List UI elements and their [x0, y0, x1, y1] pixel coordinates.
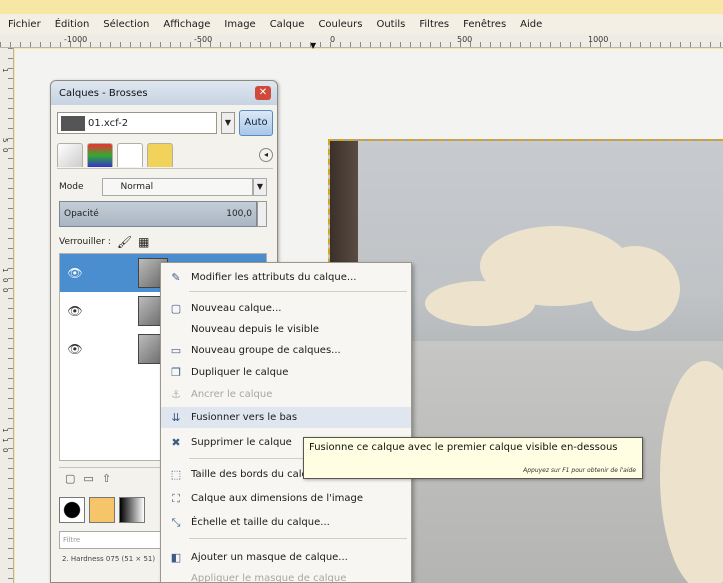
tab-layers[interactable]	[57, 142, 83, 167]
lock-pixels-icon[interactable]: 🖌	[117, 235, 132, 249]
menu-item-label: Modifier les attributs du calque...	[191, 272, 357, 283]
horizontal-ruler[interactable]: -1000 -500 0 500 1000 ▼	[0, 34, 723, 50]
menu-item-nouveau-calque[interactable]: ▢ Nouveau calque...	[161, 298, 411, 319]
duplicate-icon: ❐	[171, 366, 181, 379]
menu-item-ajouter-masque[interactable]: ◧ Ajouter un masque de calque...	[161, 547, 411, 568]
image-combo[interactable]: 01.xcf-2	[57, 112, 217, 134]
menu-item-nouveau-groupe[interactable]: ▭ Nouveau groupe de calques...	[161, 340, 411, 361]
menu-item-ancrer: ⚓ Ancrer le calque	[161, 384, 411, 405]
menu-calque[interactable]: Calque	[270, 19, 305, 30]
lock-row: Verrouiller : 🖌 ▦	[59, 233, 149, 251]
menu-outils[interactable]: Outils	[376, 19, 405, 30]
layer-context-menu: ✎ Modifier les attributs du calque... ▢ …	[160, 262, 412, 583]
menu-item-label: Appliquer le masque de calque	[191, 573, 347, 583]
tooltip: Fusionne ce calque avec le premier calqu…	[303, 437, 643, 479]
menu-item-label: Nouveau calque...	[191, 303, 282, 314]
new-group-icon[interactable]: ▭	[83, 472, 93, 485]
menu-fenetres[interactable]: Fenêtres	[463, 19, 506, 30]
photo-bear-head	[590, 246, 680, 331]
fit-image-icon: ⛶	[172, 491, 180, 505]
tab-menu-icon[interactable]: ◂	[259, 147, 273, 162]
menu-item-fusionner-bas[interactable]: ⇊ Fusionner vers le bas	[161, 407, 411, 428]
menu-item-dimensions-image[interactable]: ⛶ Calque aux dimensions de l'image	[161, 488, 411, 509]
ruler-ticks	[0, 42, 723, 47]
chevron-down-icon[interactable]: ▼	[253, 178, 267, 196]
menu-aide[interactable]: Aide	[520, 19, 542, 30]
tooltip-text: Fusionne ce calque avec le premier calqu…	[309, 442, 618, 453]
eye-icon[interactable]: 👁	[60, 304, 90, 318]
chevron-down-icon[interactable]: ▼	[221, 112, 235, 134]
border-size-icon: ⬚	[170, 468, 182, 481]
menu-item-label: Fusionner vers le bas	[191, 412, 298, 423]
opacity-value: 100,0	[226, 209, 252, 219]
dock-tabs: ◂	[57, 141, 273, 169]
top-strip	[0, 0, 723, 14]
tooltip-hint: Appuyez sur F1 pour obtenir de l'aide	[523, 467, 636, 474]
menu-item-label: Échelle et taille du calque...	[191, 517, 330, 528]
menu-item-label: Calque aux dimensions de l'image	[191, 493, 364, 504]
merge-down-icon: ⇊	[171, 411, 181, 424]
mask-icon: ◧	[170, 551, 182, 564]
lock-alpha-icon[interactable]: ▦	[138, 235, 149, 249]
image-name: 01.xcf-2	[88, 117, 129, 129]
brush-orange-swatch[interactable]	[89, 497, 115, 523]
menu-affichage[interactable]: Affichage	[163, 19, 210, 30]
opacity-slider[interactable]: Opacité 100,0	[59, 201, 257, 227]
menu-separator	[189, 291, 407, 292]
opacity-spinner[interactable]	[257, 201, 267, 227]
mode-select[interactable]: Normal	[101, 178, 253, 196]
menu-item-label: Ajouter un masque de calque...	[191, 552, 348, 563]
new-layer-icon: ▢	[170, 302, 182, 315]
menu-couleurs[interactable]: Couleurs	[318, 19, 362, 30]
tab-brushes[interactable]	[147, 142, 173, 167]
folder-icon: ▭	[170, 344, 182, 357]
opacity-row: Opacité 100,0	[59, 201, 267, 227]
eye-icon[interactable]: 👁	[60, 342, 90, 356]
tab-paths[interactable]	[117, 142, 143, 167]
raise-layer-icon[interactable]: ⇧	[102, 472, 111, 485]
vertical-ruler[interactable]: 1 5 0 1 0 0 1 1 0	[0, 48, 14, 583]
eye-icon[interactable]: 👁	[60, 266, 90, 280]
menu-fichier[interactable]: Fichier	[8, 19, 41, 30]
menu-item-modifier-attributs[interactable]: ✎ Modifier les attributs du calque...	[161, 267, 411, 288]
menu-item-label: Supprimer le calque	[191, 437, 292, 448]
image-selector-row: 01.xcf-2 ▼ Auto	[57, 110, 273, 136]
menu-item-label: Dupliquer le calque	[191, 367, 289, 378]
new-layer-icon[interactable]: ▢	[65, 472, 75, 485]
ruler-ticks	[8, 48, 13, 583]
anchor-icon: ⚓	[171, 388, 181, 401]
menubar: Fichier Édition Sélection Affichage Imag…	[0, 14, 723, 34]
scale-icon: ⤡	[171, 515, 181, 529]
edit-icon: ✎	[171, 271, 181, 284]
menu-item-label: Nouveau depuis le visible	[191, 324, 320, 335]
menu-edition[interactable]: Édition	[55, 19, 90, 30]
close-icon[interactable]: ✕	[255, 86, 271, 100]
menu-item-label: Nouveau groupe de calques...	[191, 345, 341, 356]
tab-channels[interactable]	[87, 142, 113, 167]
menu-item-dupliquer[interactable]: ❐ Dupliquer le calque	[161, 362, 411, 383]
photo-bear-arm	[425, 281, 535, 326]
image-thumbnail	[61, 115, 85, 131]
menu-item-echelle-taille[interactable]: ⤡ Échelle et taille du calque...	[161, 512, 411, 533]
menu-selection[interactable]: Sélection	[103, 19, 149, 30]
lock-label: Verrouiller :	[59, 237, 111, 247]
opacity-label: Opacité	[64, 209, 99, 219]
delete-icon: ✖	[171, 436, 181, 449]
brush-black-circle[interactable]	[59, 497, 85, 523]
menu-image[interactable]: Image	[224, 19, 255, 30]
mode-label: Mode	[59, 182, 84, 192]
dock-title: Calques - Brosses	[51, 81, 277, 105]
menu-item-label: Ancrer le calque	[191, 389, 273, 400]
menu-item-appliquer-masque: Appliquer le masque de calque	[161, 568, 411, 583]
mode-row: Mode Normal ▼	[59, 177, 267, 197]
menu-separator	[189, 538, 407, 539]
menu-item-nouveau-visible[interactable]: Nouveau depuis le visible	[161, 319, 411, 340]
auto-button[interactable]: Auto	[239, 110, 273, 136]
brush-gradient-swatch[interactable]	[119, 497, 145, 523]
menu-filtres[interactable]: Filtres	[419, 19, 449, 30]
